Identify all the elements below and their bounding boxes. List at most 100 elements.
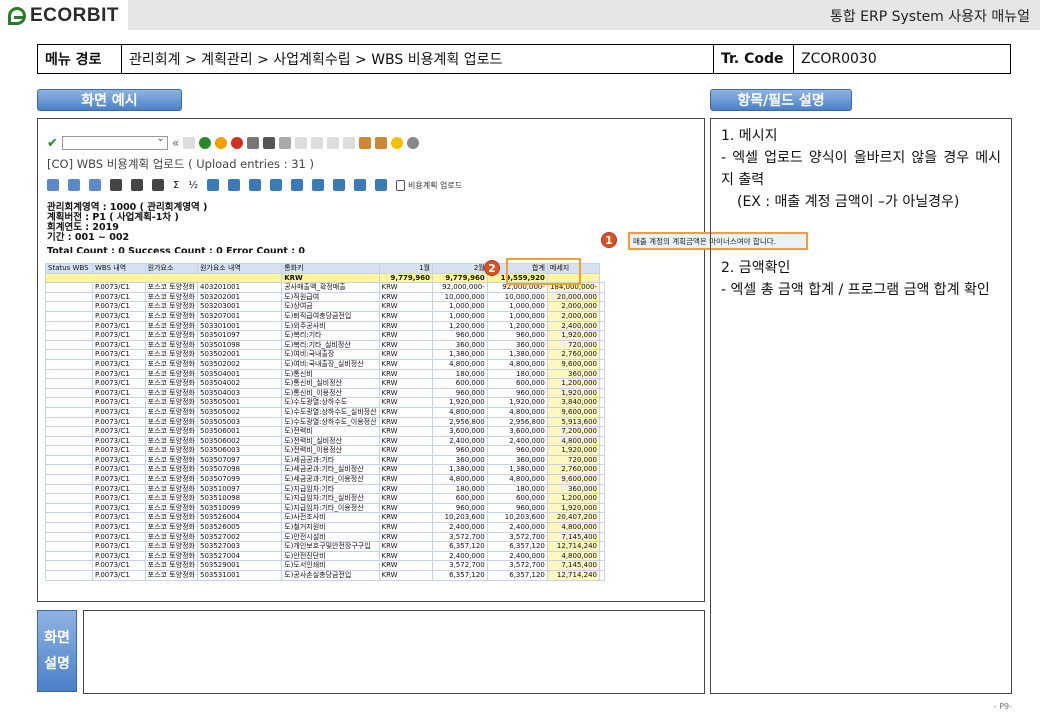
table-row[interactable]: P.0073/C1 포스코 토양정화 503527003 도)개인보호구및안전장구구입…: [45, 541, 605, 552]
table-row[interactable]: P.0073/C1 포스코 토양정화 503526005 도)철거지원비 KRW 2,40…: [45, 522, 605, 533]
save-icon[interactable]: [183, 137, 196, 149]
wbs-cell: P.0073/C1: [91, 483, 146, 495]
table-row[interactable]: P.0073/C1 포스코 토양정화 503506003 도)전력비_이용정산 KRW 9…: [45, 445, 605, 456]
layout-icon[interactable]: [333, 179, 346, 191]
export-icon[interactable]: [228, 179, 241, 191]
col-wbs-desc[interactable]: WBS 내역: [91, 263, 146, 274]
spreadsheet-icon[interactable]: [249, 179, 262, 191]
cost-element-cell: 503505003: [196, 416, 283, 428]
table-row[interactable]: P.0073/C1 포스코 토양정화 503527004 도)안전진단비 KRW 2,40…: [45, 550, 605, 562]
next-page-icon[interactable]: [327, 137, 340, 149]
table-row[interactable]: P.0073/C1 포스코 토양정화 503507097 도)세금공과:기타 KRW 36…: [45, 454, 605, 466]
status-cell: [45, 301, 93, 312]
message-cell: [599, 406, 605, 418]
abc-icon[interactable]: [312, 179, 325, 191]
new-session-icon[interactable]: [359, 137, 372, 149]
table-row[interactable]: P.0073/C1 포스코 토양정화 503529001 도)도서인쇄비 KRW 3,57…: [45, 560, 605, 571]
filter-icon[interactable]: [152, 179, 164, 191]
change-layout-icon[interactable]: [354, 179, 367, 191]
subtotal-icon[interactable]: ½: [188, 180, 198, 191]
table-row[interactable]: P.0073/C1 포스코 토양정화 503504002 도)통신비_실비정산 KRW 6…: [45, 378, 605, 389]
table-row[interactable]: P.0073/C1 포스코 토양정화 503301001 도)외주공사비 KRW 1,20…: [45, 320, 605, 332]
col-month1[interactable]: 1월: [378, 263, 433, 274]
table-row[interactable]: P.0073/C1 포스코 토양정화 503501098 도)복리:기타_실비정산 KR…: [45, 339, 605, 351]
currency-cell: KRW: [378, 387, 433, 399]
find-icon[interactable]: [263, 137, 276, 149]
table-row[interactable]: P.0073/C1 포스코 토양정화 503207001 도)퇴직급여충당금전입 KRW…: [45, 310, 605, 322]
table-row[interactable]: P.0073/C1 포스코 토양정화 503526004 도)사전조사비 KRW 10,2…: [45, 512, 605, 524]
col-month2[interactable]: 2월: [431, 263, 488, 274]
status-cell: [45, 426, 93, 437]
exit-icon[interactable]: [215, 137, 228, 149]
cost-element-cell: 503505002: [196, 406, 283, 418]
info-icon[interactable]: [375, 179, 388, 191]
cost-element-cell: 503506002: [196, 435, 283, 447]
wbs-desc-cell: 포스코 토양정화: [144, 493, 198, 504]
cost-element-cell: 503510098: [196, 493, 283, 504]
sap-screen: ✔ « [CO] WBS 비용계획 업로드 ( Upload entries :…: [44, 133, 626, 593]
details-icon[interactable]: [47, 179, 59, 191]
col-cost-element-desc[interactable]: 원가요소 내역: [196, 263, 283, 274]
cost-element-desc-cell: 도)통신비_이용정산: [281, 387, 380, 399]
command-field[interactable]: [61, 133, 168, 150]
sum-cell: 9,600,000: [546, 406, 601, 418]
cost-element-desc-cell: 도)개인보호구및안전장구구입: [281, 541, 380, 552]
word-icon[interactable]: [270, 179, 283, 191]
upload-plan-button[interactable]: 비용계획 업로드: [396, 179, 462, 191]
col-currency[interactable]: 통화키: [281, 263, 380, 274]
menu-path-value: 관리회계 > 계획관리 > 사업계획수립 > WBS 비용계획 업로드: [122, 45, 714, 73]
wbs-desc-cell: 포스코 토양정화: [144, 320, 198, 332]
sort-desc-icon[interactable]: [89, 179, 101, 191]
table-row[interactable]: P.0073/C1 포스코 토양정화 503506002 도)전력비_실비정산 KRW 2…: [45, 435, 605, 447]
sum-icon[interactable]: Σ: [173, 180, 179, 191]
sum-cell: 9,600,000: [546, 358, 601, 370]
check-icon[interactable]: ✔: [47, 136, 58, 151]
table-row[interactable]: P.0073/C1 포스코 토양정화 503506001 도)전력비 KRW 3,600,…: [45, 426, 605, 437]
shortcut-icon[interactable]: [375, 137, 388, 149]
sum-cell: 2,400,000: [546, 320, 601, 332]
cost-element-desc-cell: 도)세금공과:기타: [281, 454, 380, 466]
table-row[interactable]: P.0073/C1 포스코 토양정화 503203001 도)상여금 KRW 1,000,…: [45, 301, 605, 312]
settings-icon[interactable]: [407, 137, 420, 149]
list-icon[interactable]: [131, 179, 143, 191]
print-preview-icon[interactable]: [207, 179, 220, 191]
table-row[interactable]: P.0073/C1 포스코 토양정화 503505003 도)수도광열:상하수도_이용…: [45, 416, 605, 428]
table-row[interactable]: P.0073/C1 포스코 토양정화 503202001 도)직원급여 KRW 10,00…: [45, 291, 605, 303]
table-row[interactable]: P.0073/C1 포스코 토양정화 503507099 도)세금공과:기타_이용정산…: [45, 474, 605, 485]
cancel-icon[interactable]: [231, 137, 244, 149]
table-row[interactable]: P.0073/C1 포스코 토양정화 503505002 도)수도광열:상하수도_실비…: [45, 406, 605, 418]
cost-element-cell: 503507098: [196, 464, 283, 476]
back-icon[interactable]: [199, 137, 212, 149]
table-row[interactable]: P.0073/C1 포스코 토양정화 503501097 도)복리:기타 KRW 960,…: [45, 330, 605, 341]
sort-asc-icon[interactable]: [68, 179, 80, 191]
local-file-icon[interactable]: [291, 179, 304, 191]
table-row[interactable]: P.0073/C1 포스코 토양정화 503507098 도)세금공과:기타_실비정산…: [45, 464, 605, 476]
message-cell: [599, 445, 605, 456]
col-cost-element[interactable]: 원가요소: [144, 263, 198, 274]
align-icon[interactable]: [110, 179, 122, 191]
month1-cell: 600,000: [431, 378, 488, 389]
table-row[interactable]: P.0073/C1 포스코 토양정화 503510099 도)지급임차:기타_이용정산…: [45, 502, 605, 514]
col-status-wbs[interactable]: Status WBS: [45, 263, 93, 274]
table-row[interactable]: P.0073/C1 포스코 토양정화 503502002 도)여비:국내출장_실비정산…: [45, 358, 605, 370]
table-row[interactable]: P.0073/C1 포스코 토양정화 503502001 도)여비:국내출장 KRW 1,…: [45, 349, 605, 360]
manual-title: 통합 ERP System 사용자 매뉴얼: [829, 9, 1030, 25]
table-row[interactable]: P.0073/C1 포스코 토양정화 503505001 도)수도광열:상하수도 KRW…: [45, 397, 605, 408]
month1-cell: 180,000: [431, 483, 488, 495]
prev-page-icon[interactable]: [311, 137, 324, 149]
help-icon[interactable]: [391, 137, 404, 149]
table-row[interactable]: P.0073/C1 포스코 토양정화 503504001 도)통신비 KRW 180,00…: [45, 368, 605, 380]
find-next-icon[interactable]: [279, 137, 292, 149]
status-cell: [45, 282, 93, 293]
double-left-icon[interactable]: «: [172, 136, 179, 150]
table-row[interactable]: P.0073/C1 포스코 토양정화 503510097 도)지급임차:기타 KRW 18…: [45, 483, 605, 495]
table-row[interactable]: P.0073/C1 포스코 토양정화 503504003 도)통신비_이용정산 KRW 9…: [45, 387, 605, 399]
print-icon[interactable]: [247, 137, 260, 149]
first-page-icon[interactable]: [295, 137, 308, 149]
table-row[interactable]: P.0073/C1 포스코 토양정화 503510098 도)지급임차:기타_실비정산…: [45, 493, 605, 504]
last-page-icon[interactable]: [343, 137, 356, 149]
status-cell: [45, 291, 93, 303]
status-cell: [45, 550, 93, 562]
table-row[interactable]: P.0073/C1 포스코 토양정화 503527002 도)안전시설비 KRW 3,57…: [45, 531, 605, 543]
table-row[interactable]: P.0073/C1 포스코 토양정화 503531001 도)공사손실충당금전입 KRW…: [45, 570, 605, 581]
